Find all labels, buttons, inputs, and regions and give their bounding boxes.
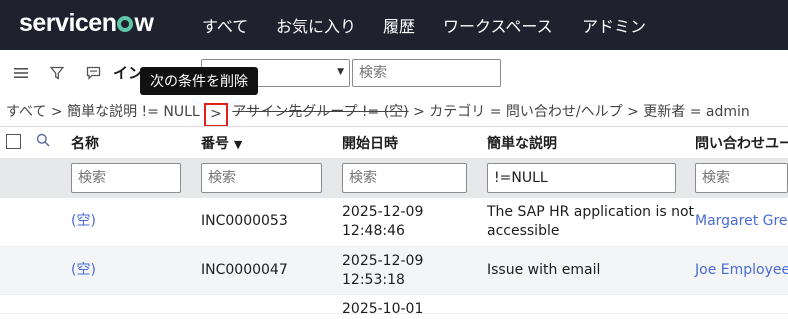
cell-name-empty[interactable]: (空) <box>71 211 96 231</box>
nav-item-favorites[interactable]: お気に入り <box>276 13 356 37</box>
search-input-number[interactable] <box>201 163 322 193</box>
cell-short-description: Issue with email <box>487 262 601 278</box>
nav-item-history[interactable]: 履歴 <box>383 13 415 37</box>
select-all-checkbox[interactable] <box>6 134 21 149</box>
cell-number: INC0000053 <box>201 213 288 229</box>
column-header-short-description[interactable]: 簡単な説明 <box>487 133 557 153</box>
cell-short-description-line1: The SAP HR application is not <box>487 204 695 220</box>
search-icon[interactable] <box>36 133 51 148</box>
comment-icon[interactable] <box>84 64 102 82</box>
nav-item-all[interactable]: すべて <box>202 13 248 37</box>
search-input-name[interactable] <box>71 163 181 193</box>
breadcrumb-item-updated-by[interactable]: 更新者 = admin <box>643 104 750 120</box>
cell-caller-link[interactable]: Margaret Grey <box>695 211 788 231</box>
breadcrumb-item-assignment-group[interactable]: アサイン先グループ != (空) <box>232 104 408 120</box>
column-header-caller[interactable]: 問い合わせユーザー <box>695 133 788 153</box>
cell-caller-link[interactable]: Joe Employee <box>695 260 788 280</box>
column-header-name[interactable]: 名称 <box>71 133 99 153</box>
list-title: イン <box>113 64 144 82</box>
hamburger-menu-icon[interactable] <box>12 64 30 82</box>
cell-opened-time: 12:53:18 <box>342 272 405 288</box>
list-search-input[interactable] <box>352 59 501 87</box>
cell-short-description-line2: accessible <box>487 223 560 239</box>
search-input-short-description[interactable] <box>487 163 676 193</box>
cell-opened-date: 2025-12-09 <box>342 253 424 269</box>
nav-item-admin[interactable]: アドミン <box>582 13 646 37</box>
search-input-caller[interactable] <box>695 163 788 193</box>
remove-next-condition-separator[interactable]: > <box>204 103 228 127</box>
breadcrumb-separator[interactable]: > <box>413 104 425 120</box>
column-header-opened[interactable]: 開始日時 <box>342 133 398 153</box>
cell-opened-date: 2025-12-09 <box>342 204 424 220</box>
breadcrumb-separator[interactable]: > <box>627 104 639 120</box>
search-input-opened[interactable] <box>342 163 467 193</box>
breadcrumb-separator[interactable]: > <box>51 104 63 120</box>
cell-name-empty[interactable]: (空) <box>71 260 96 280</box>
filter-icon[interactable] <box>48 64 66 82</box>
nav-item-workspaces[interactable]: ワークスペース <box>443 13 553 37</box>
breadcrumb-item-all[interactable]: すべて <box>6 104 46 120</box>
chevron-down-icon: ▼ <box>337 67 344 77</box>
cell-opened-date: 2025-10-01 <box>342 301 424 317</box>
column-header-number-label: 番号 <box>201 136 229 152</box>
sort-descending-icon: ▼ <box>233 138 243 151</box>
cell-number: INC0000047 <box>201 262 288 278</box>
column-header-number[interactable]: 番号 ▼ <box>201 133 242 153</box>
breadcrumb-item-short-description[interactable]: 簡単な説明 != NULL <box>67 104 200 120</box>
breadcrumb-item-category[interactable]: カテゴリ = 問い合わせ/ヘルプ <box>429 104 622 120</box>
servicenow-logo[interactable]: servicen w <box>19 9 154 38</box>
cell-opened-time: 12:48:46 <box>342 223 405 239</box>
filter-breadcrumb: すべて > 簡単な説明 != NULL > アサイン先グループ != (空) >… <box>6 101 750 127</box>
tooltip-remove-next-condition: 次の条件を削除 <box>140 67 258 95</box>
